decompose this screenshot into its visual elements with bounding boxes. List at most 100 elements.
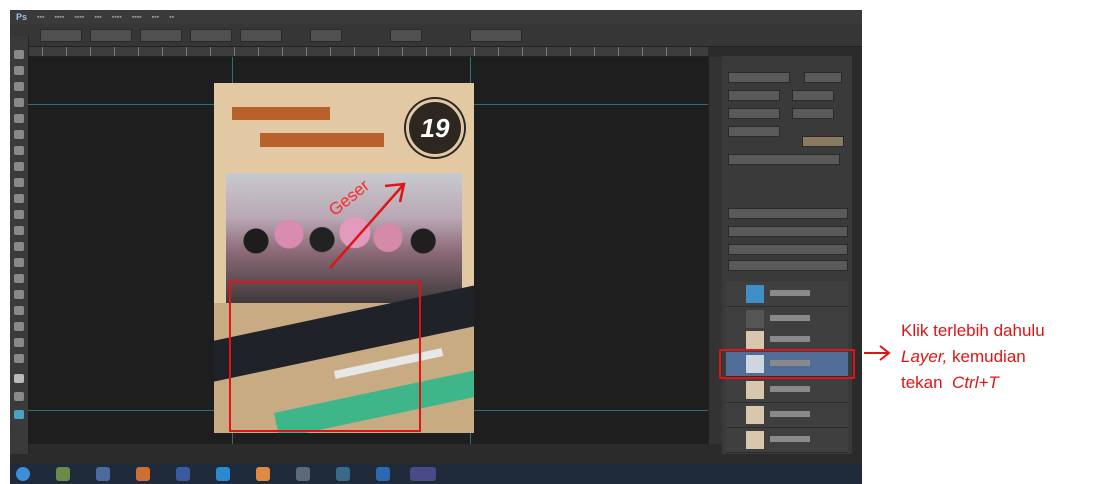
- zoom-tool-icon[interactable]: [14, 354, 24, 363]
- panel-field[interactable]: [728, 108, 780, 119]
- hand-tool-icon[interactable]: [14, 338, 24, 347]
- top-ruler: [18, 47, 708, 57]
- menu-item[interactable]: ▪▪: [169, 14, 174, 21]
- option-field[interactable]: [40, 29, 82, 42]
- option-field[interactable]: [140, 29, 182, 42]
- eyedropper-tool-icon[interactable]: [14, 130, 24, 139]
- panel-field[interactable]: [804, 72, 842, 83]
- taskbar-app-icon[interactable]: [256, 467, 270, 481]
- option-field[interactable]: [390, 29, 422, 42]
- panel-icon-strip: [708, 57, 723, 444]
- panel-field[interactable]: [728, 154, 840, 165]
- layer-name: [770, 290, 810, 296]
- layers-blend-bar[interactable]: [728, 244, 848, 255]
- note-line-3: tekan Ctrl+T: [901, 370, 1106, 396]
- crop-tool-icon[interactable]: [14, 114, 24, 123]
- taskbar-app-icon[interactable]: [176, 467, 190, 481]
- path-select-tool-icon[interactable]: [14, 306, 24, 315]
- poster-badge: 19: [406, 99, 464, 157]
- blur-tool-icon[interactable]: [14, 242, 24, 251]
- menu-item[interactable]: ▪▪▪▪: [54, 14, 64, 21]
- layers-tab-bar[interactable]: [728, 208, 848, 219]
- layer-name: [770, 336, 810, 342]
- layer-row[interactable]: [726, 403, 848, 428]
- layer-highlight: [719, 349, 855, 379]
- layer-row[interactable]: [726, 282, 848, 307]
- layer-thumbnail: [746, 285, 764, 303]
- options-bar: [10, 24, 862, 47]
- layer-name: [770, 436, 810, 442]
- layer-thumbnail: [746, 406, 764, 424]
- layer-thumbnail: [746, 381, 764, 399]
- taskbar-photoshop-icon[interactable]: [410, 467, 436, 481]
- poster-subheadline: [260, 133, 384, 147]
- note-shortcut: Ctrl+T: [952, 373, 999, 392]
- menu-bar: Ps ▪▪▪ ▪▪▪▪ ▪▪▪▪ ▪▪▪ ▪▪▪▪ ▪▪▪▪ ▪▪▪ ▪▪: [10, 10, 862, 24]
- layer-thumbnail: [746, 331, 764, 349]
- layer-name: [770, 315, 810, 321]
- healing-tool-icon[interactable]: [14, 146, 24, 155]
- note-line-2: Layer, kemudian: [901, 344, 1106, 370]
- foreground-color-icon[interactable]: [14, 374, 24, 383]
- menu-item[interactable]: ▪▪▪▪: [132, 14, 142, 21]
- quick-mask-icon[interactable]: [14, 392, 24, 401]
- photoshop-logo: Ps: [16, 12, 28, 22]
- layer-name: [770, 411, 810, 417]
- option-field[interactable]: [90, 29, 132, 42]
- screen-mode-icon[interactable]: [14, 410, 24, 419]
- panel-field[interactable]: [728, 90, 780, 101]
- menu-item[interactable]: ▪▪▪: [37, 14, 44, 21]
- panel-field[interactable]: [802, 136, 844, 147]
- layers-filter-bar[interactable]: [728, 226, 848, 237]
- panel-field[interactable]: [792, 90, 834, 101]
- panel-field[interactable]: [792, 108, 834, 119]
- marquee-tool-icon[interactable]: [14, 66, 24, 75]
- menu-item[interactable]: ▪▪▪▪: [74, 14, 84, 21]
- layer-thumbnail: [746, 310, 764, 328]
- type-tool-icon[interactable]: [14, 290, 24, 299]
- panel-field[interactable]: [728, 126, 780, 137]
- taskbar-app-icon[interactable]: [336, 467, 350, 481]
- poster-headline: [232, 107, 330, 120]
- layer-row[interactable]: [726, 428, 848, 453]
- eraser-tool-icon[interactable]: [14, 210, 24, 219]
- taskbar-app-icon[interactable]: [136, 467, 150, 481]
- note-line-2-rest: kemudian: [947, 347, 1026, 366]
- move-tool-icon[interactable]: [14, 50, 24, 59]
- start-button-icon[interactable]: [16, 467, 30, 481]
- layer-row[interactable]: [726, 378, 848, 403]
- pen-tool-icon[interactable]: [14, 274, 24, 283]
- layers-lock-bar[interactable]: [728, 260, 848, 271]
- option-field[interactable]: [310, 29, 342, 42]
- brush-tool-icon[interactable]: [14, 162, 24, 171]
- quick-select-tool-icon[interactable]: [14, 98, 24, 107]
- panel-field[interactable]: [728, 72, 790, 83]
- dodge-tool-icon[interactable]: [14, 258, 24, 267]
- menu-item[interactable]: ▪▪▪▪: [112, 14, 122, 21]
- note-layer-word: Layer,: [901, 347, 948, 366]
- layer-name: [770, 386, 810, 392]
- stamp-tool-icon[interactable]: [14, 178, 24, 187]
- option-field[interactable]: [190, 29, 232, 42]
- lasso-tool-icon[interactable]: [14, 82, 24, 91]
- menu-item[interactable]: ▪▪▪: [152, 14, 159, 21]
- taskbar-app-icon[interactable]: [216, 467, 230, 481]
- taskbar-app-icon[interactable]: [376, 467, 390, 481]
- tools-panel: [10, 36, 29, 454]
- taskbar-app-icon[interactable]: [296, 467, 310, 481]
- history-brush-tool-icon[interactable]: [14, 194, 24, 203]
- pointer-arrow-head: [879, 345, 891, 361]
- shape-tool-icon[interactable]: [14, 322, 24, 331]
- menu-item[interactable]: ▪▪▪: [94, 14, 101, 21]
- gradient-tool-icon[interactable]: [14, 226, 24, 235]
- right-panels: [722, 56, 852, 454]
- option-field[interactable]: [470, 29, 522, 42]
- taskbar-app-icon[interactable]: [96, 467, 110, 481]
- note-line-1: Klik terlebih dahulu: [901, 321, 1045, 340]
- option-field[interactable]: [240, 29, 282, 42]
- layer-thumbnail: [746, 431, 764, 449]
- note-line-3-plain: tekan: [901, 373, 953, 392]
- windows-taskbar: [10, 464, 862, 484]
- taskbar-app-icon[interactable]: [56, 467, 70, 481]
- group-photo-people: [234, 213, 454, 283]
